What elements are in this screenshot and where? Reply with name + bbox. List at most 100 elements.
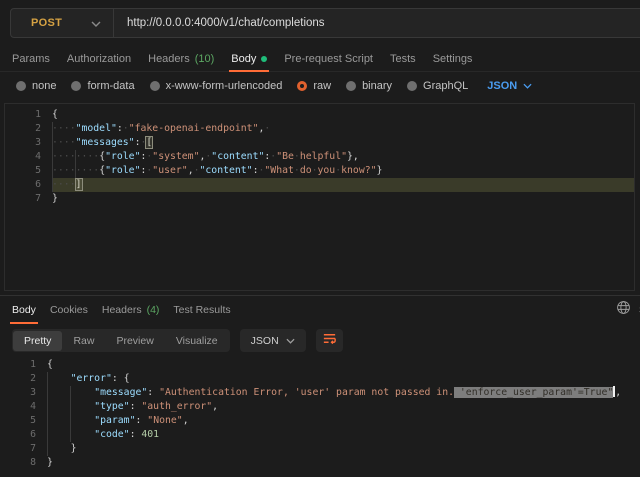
radio-icon <box>407 81 417 91</box>
radio-label: none <box>32 80 56 92</box>
tab-params[interactable]: Params <box>12 46 50 71</box>
body-type-GraphQL[interactable]: GraphQL <box>407 80 468 92</box>
unsaved-changes-dot-icon <box>261 56 267 62</box>
code-line[interactable]: 1{ <box>5 108 634 122</box>
line-number: 2 <box>5 122 52 136</box>
code-line[interactable]: 4 "type": "auth_error", <box>0 400 640 414</box>
method-dropdown[interactable]: POST <box>11 9 113 37</box>
line-number: 1 <box>0 358 47 372</box>
line-number: 4 <box>5 150 52 164</box>
tab-count-badge: (4) <box>147 304 160 316</box>
line-number: 2 <box>0 372 47 386</box>
radio-icon <box>16 81 26 91</box>
url-input[interactable]: http://0.0.0.0:4000/v1/chat/completions <box>114 17 325 29</box>
code-line[interactable]: 6 "code": 401 <box>0 428 640 442</box>
view-preview[interactable]: Preview <box>105 331 164 351</box>
line-number: 3 <box>5 136 52 150</box>
tab-label: Test Results <box>173 304 230 316</box>
line-number: 7 <box>0 442 47 456</box>
code-line[interactable]: 6····] <box>5 178 634 192</box>
request-tabs: Params Authorization Headers (10) Body Pre-re… <box>0 46 640 72</box>
tab-label: Cookies <box>50 304 88 316</box>
tab-label: Headers <box>148 53 190 65</box>
response-toolbar: PrettyRawPreviewVisualize JSON <box>12 329 343 352</box>
radio-label: binary <box>362 80 392 92</box>
api-client-window: POST http://0.0.0.0:4000/v1/chat/complet… <box>0 0 640 477</box>
line-number: 8 <box>0 456 47 470</box>
body-type-raw[interactable]: raw <box>297 80 331 92</box>
radio-label: raw <box>313 80 331 92</box>
radio-icon <box>297 81 307 91</box>
line-number: 1 <box>5 108 52 122</box>
body-type-x-www-form-urlencoded[interactable]: x-www-form-urlencoded <box>150 80 283 92</box>
chevron-down-icon <box>523 80 532 92</box>
tab-pre-request-script[interactable]: Pre-request Script <box>284 46 373 71</box>
line-number: 3 <box>0 386 47 400</box>
code-line[interactable]: 7} <box>5 192 634 206</box>
code-line[interactable]: 5········{"role":·"user",·"content":·"Wh… <box>5 164 634 178</box>
request-body-editor[interactable]: 1{2····"model":·"fake-openai-endpoint",·… <box>4 103 635 291</box>
code-line[interactable]: 2····"model":·"fake-openai-endpoint",· <box>5 122 634 136</box>
raw-format-label: JSON <box>487 80 517 92</box>
response-tab-headers[interactable]: Headers (4) <box>102 297 160 323</box>
chevron-down-icon <box>286 335 295 347</box>
view-visualize[interactable]: Visualize <box>165 331 229 351</box>
response-tab-cookies[interactable]: Cookies <box>50 297 88 323</box>
tab-settings[interactable]: Settings <box>433 46 473 71</box>
line-number: 7 <box>5 192 52 206</box>
network-globe-icon[interactable] <box>616 300 631 320</box>
response-tab-body[interactable]: Body <box>12 297 36 323</box>
tab-label: Params <box>12 53 50 65</box>
wrap-lines-icon <box>322 331 337 351</box>
radio-icon <box>150 81 160 91</box>
code-line[interactable]: 4········{"role":·"system",·"content":·"… <box>5 150 634 164</box>
view-raw[interactable]: Raw <box>62 331 105 351</box>
line-number: 6 <box>5 178 52 192</box>
line-number: 6 <box>0 428 47 442</box>
tab-authorization[interactable]: Authorization <box>67 46 131 71</box>
radio-label: form-data <box>87 80 134 92</box>
view-pretty[interactable]: Pretty <box>13 331 62 351</box>
tab-label: Body <box>231 53 256 65</box>
tab-label: Authorization <box>67 53 131 65</box>
tab-label: Pre-request Script <box>284 53 373 65</box>
tab-count-badge: (10) <box>195 53 215 65</box>
response-format-label: JSON <box>251 335 279 347</box>
code-line[interactable]: 1{ <box>0 358 640 372</box>
radio-icon <box>346 81 356 91</box>
code-line[interactable]: 8} <box>0 456 640 470</box>
code-line[interactable]: 3 "message": "Authentication Error, 'use… <box>0 386 640 400</box>
body-type-none[interactable]: none <box>16 80 56 92</box>
response-format-dropdown[interactable]: JSON <box>240 329 306 352</box>
body-type-form-data[interactable]: form-data <box>71 80 134 92</box>
radio-label: GraphQL <box>423 80 468 92</box>
tab-label: Headers <box>102 304 142 316</box>
response-meta: S <box>616 300 640 320</box>
tab-tests[interactable]: Tests <box>390 46 416 71</box>
body-type-row: none form-data x-www-form-urlencoded raw bin… <box>0 73 640 99</box>
chevron-down-icon <box>91 14 101 32</box>
tab-label: Tests <box>390 53 416 65</box>
radio-icon <box>71 81 81 91</box>
line-number: 4 <box>0 400 47 414</box>
tab-label: Settings <box>433 53 473 65</box>
response-tabs: Body Cookies Headers (4) Test Results <box>0 297 640 323</box>
code-line[interactable]: 3····"messages":·[ <box>5 136 634 150</box>
indent-guide <box>52 122 53 192</box>
code-line[interactable]: 5 "param": "None", <box>0 414 640 428</box>
line-number: 5 <box>5 164 52 178</box>
request-url-bar: POST http://0.0.0.0:4000/v1/chat/complet… <box>10 8 640 38</box>
response-tab-test-results[interactable]: Test Results <box>173 297 230 323</box>
code-line[interactable]: 7 } <box>0 442 640 456</box>
response-view-switch: PrettyRawPreviewVisualize <box>12 329 230 352</box>
code-line[interactable]: 2 "error": { <box>0 372 640 386</box>
method-label: POST <box>31 17 62 29</box>
tab-headers[interactable]: Headers (10) <box>148 46 214 71</box>
tab-body[interactable]: Body <box>231 46 267 71</box>
body-type-binary[interactable]: binary <box>346 80 392 92</box>
raw-format-dropdown[interactable]: JSON <box>487 80 532 92</box>
wrap-lines-button[interactable] <box>316 329 343 352</box>
indent-guide <box>47 372 48 456</box>
response-body-viewer[interactable]: 1{2 "error": {3 "message": "Authenticati… <box>0 354 640 477</box>
tab-label: Body <box>12 304 36 316</box>
